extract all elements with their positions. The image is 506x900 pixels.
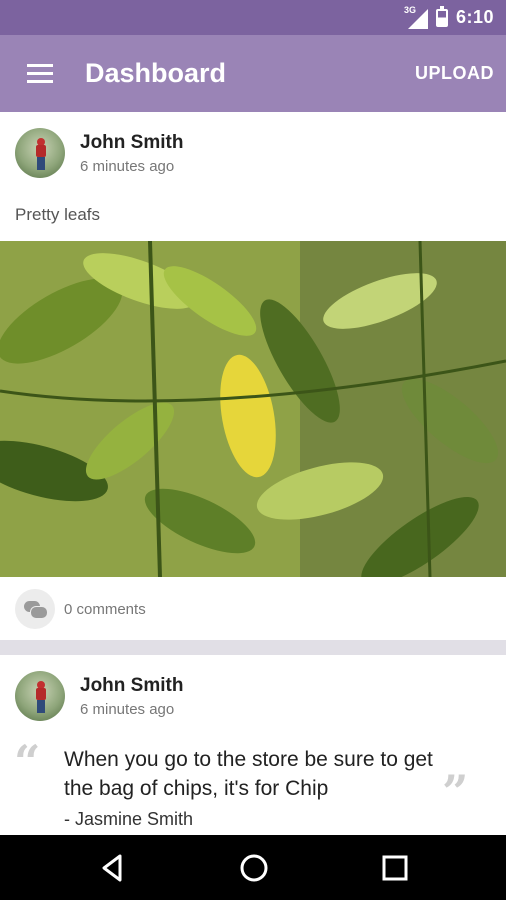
post-timestamp: 6 minutes ago — [80, 158, 175, 175]
post-card: John Smith 6 minutes ago Pretty leafs 0 … — [0, 112, 506, 640]
system-nav-bar — [0, 835, 506, 900]
post-image[interactable] — [0, 241, 506, 577]
recents-icon[interactable] — [378, 851, 412, 885]
status-bar: 3G 6:10 — [0, 0, 506, 35]
app-bar: Dashboard UPLOAD — [0, 35, 506, 112]
quote-author: - Jasmine Smith — [64, 809, 194, 829]
comments-row[interactable]: 0 comments — [15, 589, 146, 629]
page-title: Dashboard — [85, 58, 227, 88]
comment-count: 0 comments — [64, 600, 146, 618]
home-icon[interactable] — [237, 851, 271, 885]
comment-icon[interactable] — [15, 589, 55, 629]
avatar[interactable] — [15, 671, 65, 721]
post-timestamp: 6 minutes ago — [80, 701, 175, 718]
post-text: Pretty leafs — [15, 205, 101, 224]
post-header: John Smith 6 minutes ago — [15, 671, 183, 721]
menu-icon[interactable] — [27, 63, 53, 84]
author-name[interactable]: John Smith — [80, 131, 183, 155]
post-card: John Smith 6 minutes ago “ When you go t… — [0, 655, 506, 835]
status-time: 6:10 — [455, 7, 494, 27]
back-icon[interactable] — [96, 851, 130, 885]
leaves-photo — [0, 241, 506, 577]
upload-button[interactable]: UPLOAD — [415, 63, 494, 84]
quote-open-icon: “ — [14, 735, 41, 789]
avatar[interactable] — [15, 128, 65, 178]
quote-text: When you go to the store be sure to get … — [64, 748, 433, 800]
author-name[interactable]: John Smith — [80, 674, 183, 698]
cell-signal-icon: 3G — [404, 5, 428, 29]
quote-close-icon: ” — [442, 765, 469, 819]
battery-icon — [435, 5, 448, 27]
post-header: John Smith 6 minutes ago — [15, 128, 183, 178]
